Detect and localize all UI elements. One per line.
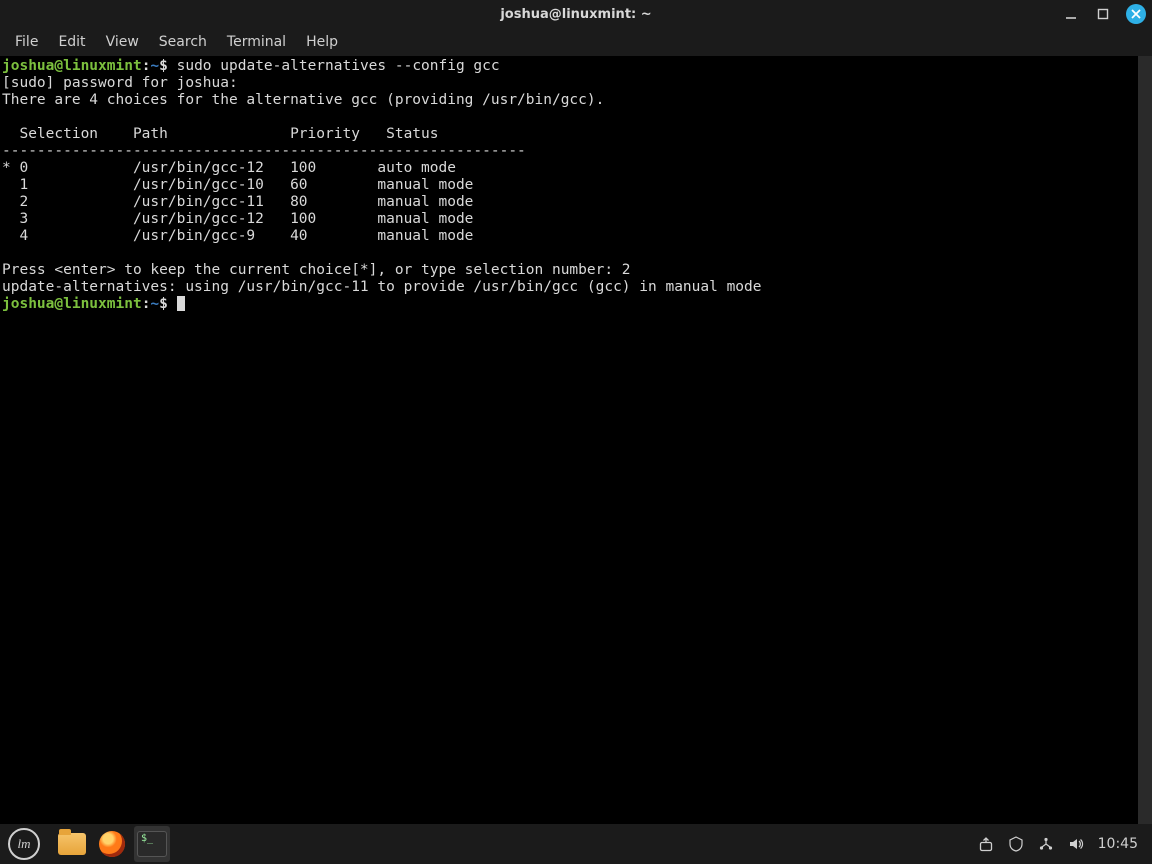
network-icon[interactable] [1038,836,1054,852]
output-row-4: 4 /usr/bin/gcc-9 40 manual mode [2,228,473,244]
prompt2-user-host: joshua@linuxmint [2,296,142,312]
launcher-files[interactable] [54,826,90,862]
volume-icon[interactable] [1068,836,1084,852]
firefox-icon [99,831,125,857]
command-1: sudo update-alternatives --config gcc [168,58,500,74]
output-press: Press <enter> to keep the current choice… [2,262,631,278]
prompt2-symbol: $ [159,296,168,312]
output-sudo: [sudo] password for joshua: [2,75,246,91]
taskbar: lm [0,824,1152,864]
prompt-path: ~ [150,58,159,74]
output-choices: There are 4 choices for the alternative … [2,92,604,108]
menu-edit[interactable]: Edit [49,30,94,54]
output-divider: ----------------------------------------… [2,143,526,159]
menu-search[interactable]: Search [150,30,216,54]
close-button[interactable] [1126,4,1146,24]
menu-bar: File Edit View Search Terminal Help [0,28,1152,56]
window-title: joshua@linuxmint: ~ [0,7,1152,22]
minimize-button[interactable] [1062,5,1080,23]
launcher-terminal[interactable] [134,826,170,862]
output-header: Selection Path Priority Status [2,126,439,142]
menu-help[interactable]: Help [297,30,347,54]
output-row-2: 2 /usr/bin/gcc-11 80 manual mode [2,194,473,210]
scrollbar[interactable] [1138,56,1152,824]
title-bar: joshua@linuxmint: ~ [0,0,1152,28]
cursor-icon [177,296,185,311]
folder-icon [58,833,86,855]
prompt-user-host: joshua@linuxmint [2,58,142,74]
update-manager-icon[interactable] [978,836,994,852]
start-menu-button[interactable]: lm [0,824,48,864]
maximize-button[interactable] [1094,5,1112,23]
prompt2-path: ~ [150,296,159,312]
output-row-0: * 0 /usr/bin/gcc-12 100 auto mode [2,160,456,176]
shield-icon[interactable] [1008,836,1024,852]
terminal-icon [137,831,167,857]
clock[interactable]: 10:45 [1098,836,1138,852]
output-result: update-alternatives: using /usr/bin/gcc-… [2,279,762,295]
prompt-symbol: $ [159,58,168,74]
menu-file[interactable]: File [6,30,47,54]
output-row-1: 1 /usr/bin/gcc-10 60 manual mode [2,177,473,193]
mint-logo-icon: lm [8,828,40,860]
system-tray: 10:45 [978,836,1152,852]
terminal-output[interactable]: joshua@linuxmint:~$ sudo update-alternat… [0,56,1138,824]
menu-view[interactable]: View [97,30,148,54]
launcher-firefox[interactable] [94,826,130,862]
menu-terminal[interactable]: Terminal [218,30,295,54]
output-row-3: 3 /usr/bin/gcc-12 100 manual mode [2,211,473,227]
